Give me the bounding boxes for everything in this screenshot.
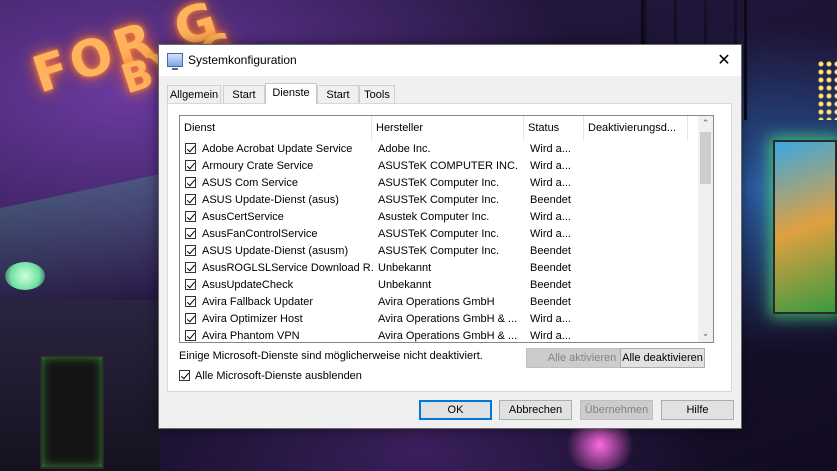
desk-lamp	[5, 262, 45, 290]
service-manufacturer: Avira Operations GmbH & ...	[378, 330, 518, 342]
table-row[interactable]: Armoury Crate Service ASUSTeK COMPUTER IN…	[180, 158, 700, 175]
hide-microsoft-services-label: Alle Microsoft-Dienste ausblenden	[195, 370, 362, 382]
service-checkbox[interactable]	[185, 228, 196, 239]
service-status: Beendet	[530, 279, 571, 291]
service-name: AsusUpdateCheck	[202, 279, 294, 291]
services-panel: Dienst Hersteller Status Deaktivierungsd…	[167, 103, 732, 392]
service-checkbox[interactable]	[185, 143, 196, 154]
service-manufacturer: ASUSTeK Computer Inc.	[378, 177, 500, 189]
apply-button[interactable]: Übernehmen	[580, 400, 653, 420]
column-header-hersteller[interactable]: Hersteller	[372, 116, 524, 140]
service-name: Avira Optimizer Host	[202, 313, 303, 325]
system-configuration-dialog: Systemkonfiguration ✕ Allgemein Start Di…	[158, 44, 742, 429]
service-name: AsusROGLSLService Download R...	[202, 262, 374, 274]
table-row[interactable]: AsusROGLSLService Download R... Unbekannt…	[180, 260, 700, 277]
service-status: Wird a...	[530, 211, 571, 223]
service-status: Beendet	[530, 262, 571, 274]
window-title: Systemkonfiguration	[188, 53, 297, 67]
service-manufacturer: Unbekannt	[378, 262, 432, 274]
service-name: ASUS Update-Dienst (asusm)	[202, 245, 349, 257]
service-name: ASUS Com Service	[202, 177, 298, 189]
microsoft-services-note: Einige Microsoft-Dienste sind möglicherw…	[179, 350, 483, 362]
service-manufacturer: Unbekannt	[378, 279, 432, 291]
service-name: AsusFanControlService	[202, 228, 318, 240]
services-list[interactable]: Dienst Hersteller Status Deaktivierungsd…	[179, 115, 714, 343]
vertical-scrollbar[interactable]: ⌃ ⌄	[698, 116, 713, 342]
service-name: Adobe Acrobat Update Service	[202, 143, 353, 155]
service-status: Wird a...	[530, 160, 571, 172]
table-row[interactable]: ASUS Update-Dienst (asusm) ASUSTeK Comput…	[180, 243, 700, 260]
service-manufacturer: Avira Operations GmbH	[378, 296, 495, 308]
cancel-button[interactable]: Abbrechen	[499, 400, 572, 420]
service-manufacturer: Asustek Computer Inc.	[378, 211, 490, 223]
scroll-down-icon[interactable]: ⌄	[698, 326, 713, 342]
table-row[interactable]: Avira Phantom VPN Avira Operations GmbH &…	[180, 328, 700, 342]
service-checkbox[interactable]	[185, 313, 196, 324]
close-button[interactable]: ✕	[707, 45, 741, 76]
tab-systemstart[interactable]: Start	[317, 85, 359, 103]
service-checkbox[interactable]	[185, 245, 196, 256]
table-row[interactable]: ASUS Update-Dienst (asus) ASUSTeK Compute…	[180, 192, 700, 209]
column-header-status[interactable]: Status	[524, 116, 584, 140]
service-manufacturer: ASUSTeK Computer Inc.	[378, 228, 500, 240]
service-name: Armoury Crate Service	[202, 160, 314, 172]
table-row[interactable]: AsusFanControlService ASUSTeK Computer In…	[180, 226, 700, 243]
checkbox-icon	[179, 370, 190, 381]
service-checkbox[interactable]	[185, 177, 196, 188]
service-status: Wird a...	[530, 330, 571, 342]
service-manufacturer: Avira Operations GmbH & ...	[378, 313, 518, 325]
service-checkbox[interactable]	[185, 194, 196, 205]
pc-tower	[40, 355, 104, 469]
service-manufacturer: ASUSTeK Computer Inc.	[378, 245, 500, 257]
table-row[interactable]: Avira Fallback Updater Avira Operations G…	[180, 294, 700, 311]
service-status: Beendet	[530, 245, 571, 257]
service-name: Avira Phantom VPN	[202, 330, 300, 342]
service-checkbox[interactable]	[185, 160, 196, 171]
table-row[interactable]: Adobe Acrobat Update Service Adobe Inc. Wi…	[180, 141, 700, 158]
msconfig-app-icon	[167, 53, 183, 70]
scroll-up-icon[interactable]: ⌃	[698, 116, 713, 132]
service-status: Wird a...	[530, 143, 571, 155]
service-status: Wird a...	[530, 228, 571, 240]
service-manufacturer: ASUSTeK COMPUTER INC.	[378, 160, 518, 172]
table-row[interactable]: Avira Optimizer Host Avira Operations Gmb…	[180, 311, 700, 328]
service-checkbox[interactable]	[185, 296, 196, 307]
service-checkbox[interactable]	[185, 262, 196, 273]
scroll-thumb[interactable]	[700, 132, 711, 184]
table-row[interactable]: ASUS Com Service ASUSTeK Computer Inc. Wir…	[180, 175, 700, 192]
service-status: Wird a...	[530, 313, 571, 325]
column-header-dienst[interactable]: Dienst	[180, 116, 372, 140]
table-row[interactable]: AsusCertService Asustek Computer Inc. Wird…	[180, 209, 700, 226]
service-checkbox[interactable]	[185, 330, 196, 341]
service-manufacturer: ASUSTeK Computer Inc.	[378, 194, 500, 206]
service-status: Wird a...	[530, 177, 571, 189]
service-status: Beendet	[530, 296, 571, 308]
column-header-deaktivierungsdatum[interactable]: Deaktivierungsd...	[584, 116, 688, 140]
help-button[interactable]: Hilfe	[661, 400, 734, 420]
service-name: Avira Fallback Updater	[202, 296, 314, 308]
service-checkbox[interactable]	[185, 279, 196, 290]
tab-tools[interactable]: Tools	[359, 85, 395, 103]
string-lights	[817, 60, 837, 120]
tab-allgemein[interactable]: Allgemein	[167, 85, 221, 103]
disable-all-button[interactable]: Alle deaktivieren	[620, 348, 705, 368]
ok-button[interactable]: OK	[419, 400, 492, 420]
service-name: ASUS Update-Dienst (asus)	[202, 194, 339, 206]
gaming-monitor	[773, 140, 837, 314]
title-bar[interactable]: Systemkonfiguration ✕	[159, 45, 741, 76]
tab-dienste[interactable]: Dienste	[265, 83, 317, 104]
table-row[interactable]: AsusUpdateCheck Unbekannt Beendet	[180, 277, 700, 294]
list-header: Dienst Hersteller Status Deaktivierungsd…	[180, 116, 700, 140]
service-name: AsusCertService	[202, 211, 284, 223]
service-manufacturer: Adobe Inc.	[378, 143, 431, 155]
service-checkbox[interactable]	[185, 211, 196, 222]
service-status: Beendet	[530, 194, 571, 206]
tab-start[interactable]: Start	[223, 85, 265, 103]
